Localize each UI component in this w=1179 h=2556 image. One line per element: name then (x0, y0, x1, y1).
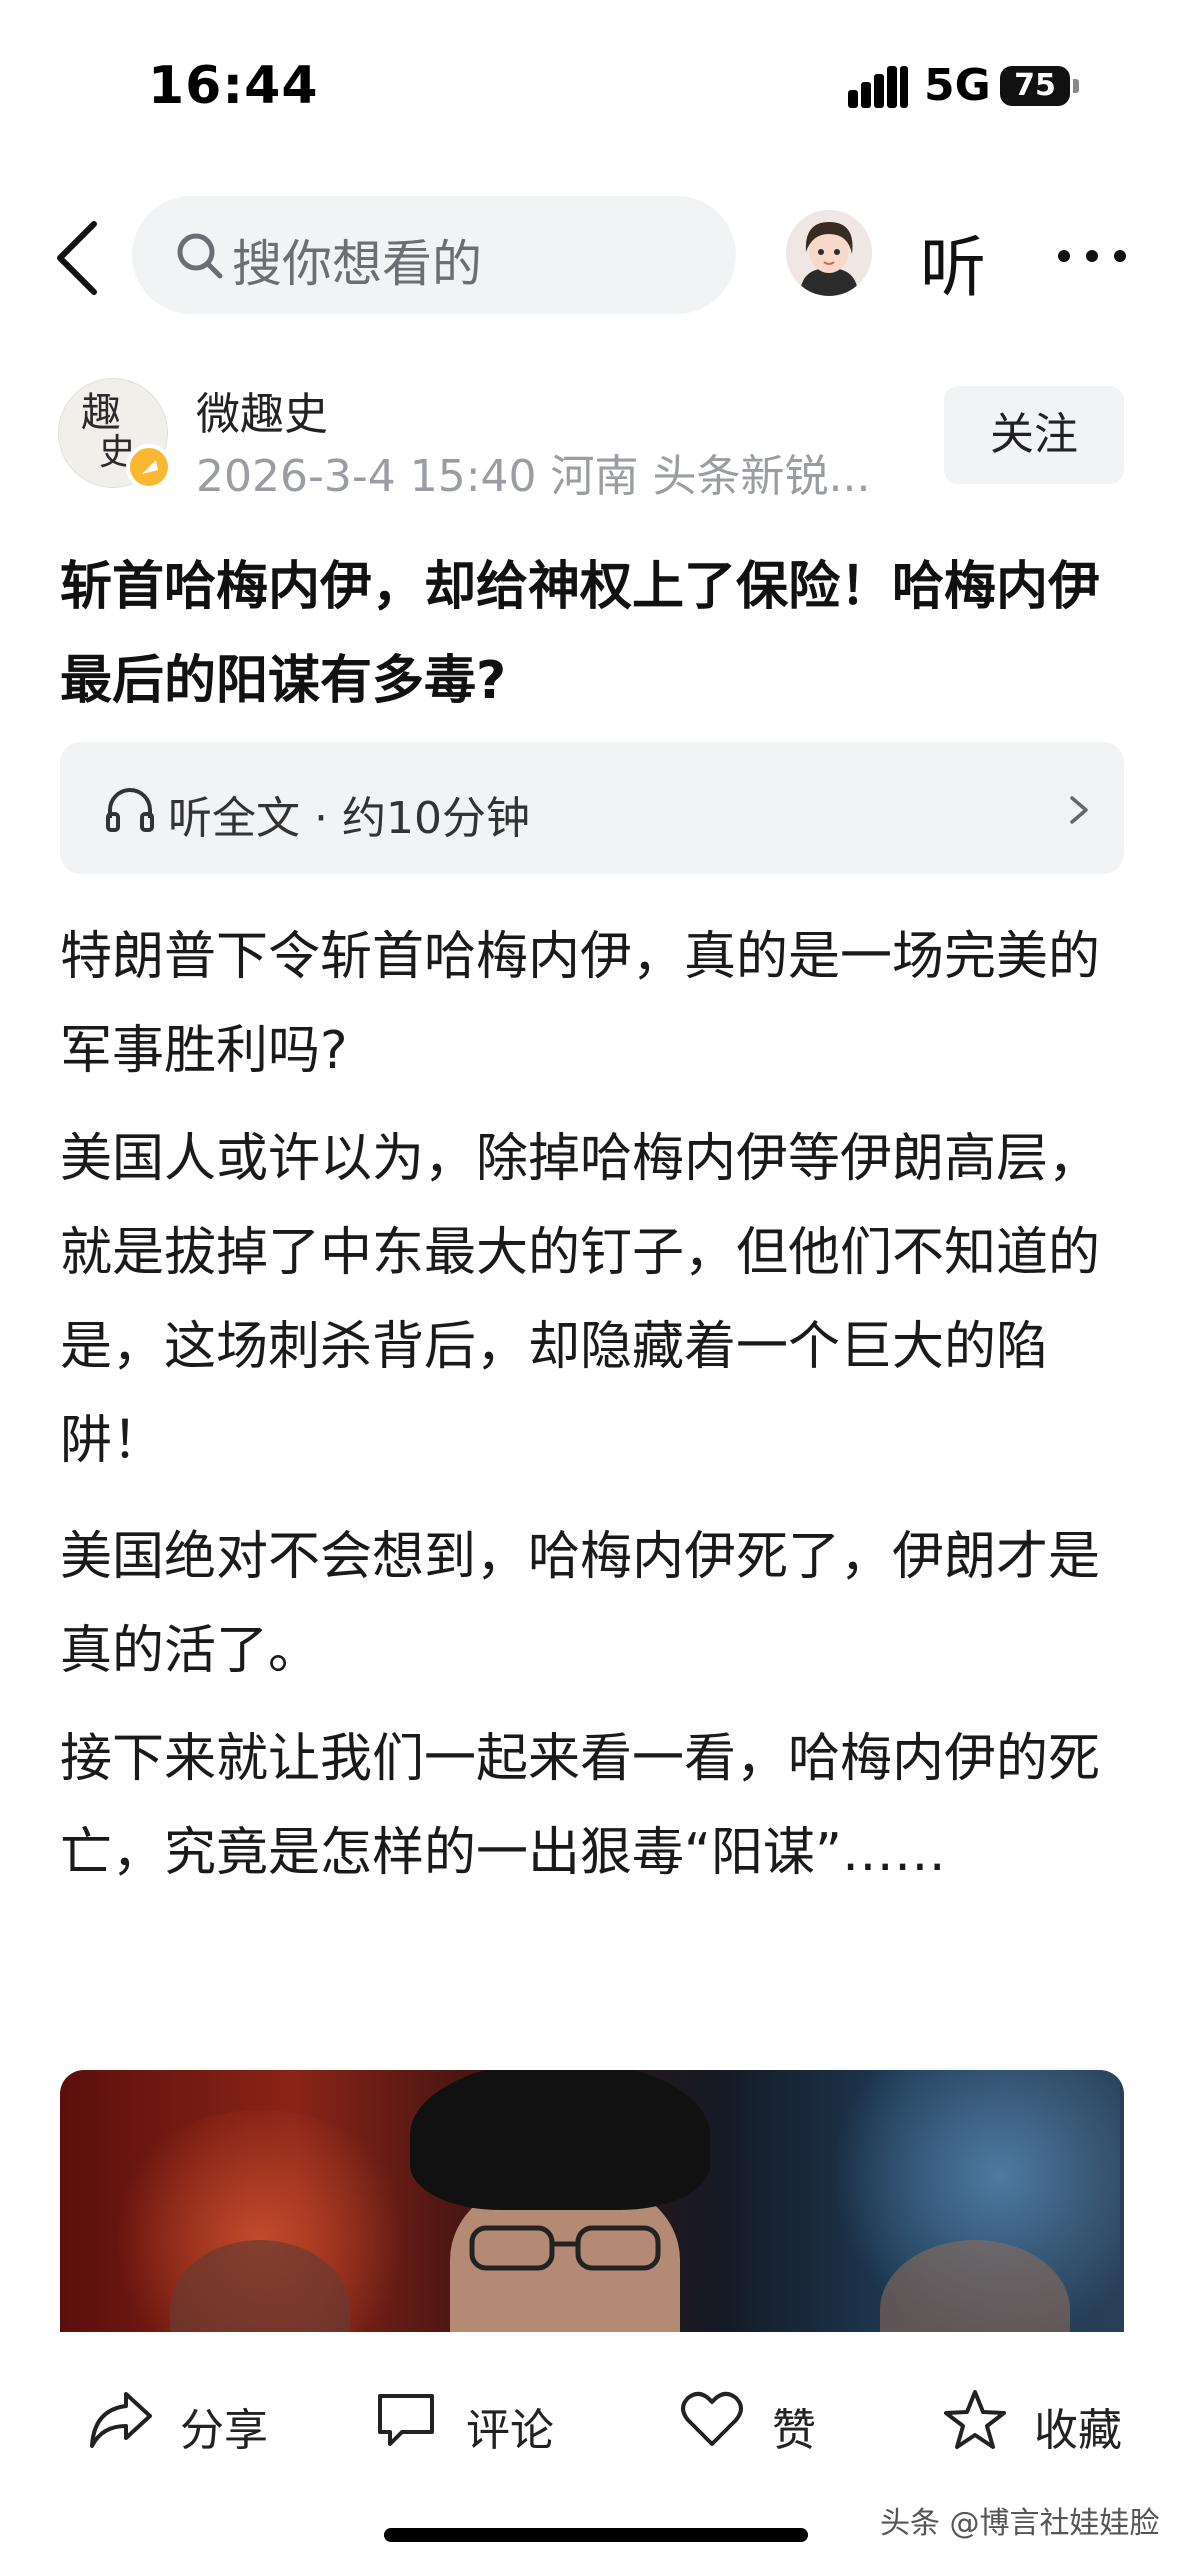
search-icon (177, 233, 223, 279)
favorite-label: 收藏 (1034, 2405, 1122, 2456)
verified-badge-icon (126, 444, 172, 490)
comment-icon (378, 2394, 434, 2446)
dot (1114, 250, 1126, 262)
listen-full-article-button[interactable]: 听全文 · 约10分钟 (60, 742, 1124, 874)
share-button[interactable]: 分享 (88, 2382, 288, 2462)
network-type: 5G (924, 60, 991, 111)
home-indicator[interactable] (384, 2528, 808, 2542)
watermark: 头条 @博言社娃娃脸 (880, 2506, 1160, 2541)
heart-icon (681, 2391, 743, 2446)
back-button[interactable] (50, 218, 110, 298)
user-avatar[interactable] (786, 210, 872, 296)
chevron-right-icon (1070, 796, 1088, 824)
favorite-button[interactable]: 收藏 (942, 2382, 1142, 2462)
dot (1058, 250, 1070, 262)
follow-button[interactable]: 关注 (944, 386, 1124, 484)
chevron-left-icon (57, 221, 97, 295)
star-icon (944, 2390, 1006, 2449)
search-input[interactable]: 搜你想看的 (132, 196, 736, 314)
battery-icon: 75 (1000, 66, 1070, 106)
like-button[interactable]: 赞 (680, 2382, 840, 2462)
more-options-button[interactable] (1052, 220, 1132, 290)
status-time: 16:44 (148, 56, 319, 116)
share-icon (90, 2392, 152, 2448)
like-label: 赞 (772, 2405, 816, 2456)
article-image[interactable] (60, 2070, 1124, 2332)
battery-cap (1073, 79, 1079, 93)
share-label: 分享 (180, 2405, 268, 2456)
article-title: 斩首哈梅内伊，却给神权上了保险！哈梅内伊最后的阳谋有多毒? (60, 557, 1101, 711)
status-bar: 16:44 5G 75 (0, 0, 1179, 160)
article-paragraph: 接下来就让我们一起来看一看，哈梅内伊的死亡，究竟是怎样的一出狠毒“阳谋”…… (60, 1729, 1101, 1883)
comment-button[interactable]: 评论 (374, 2382, 574, 2462)
author-name[interactable]: 微趣史 (196, 378, 328, 442)
listen-full-label: 听全文 · 约10分钟 (168, 793, 530, 844)
comment-label: 评论 (466, 2405, 554, 2456)
signal-icon (848, 66, 910, 108)
avatar-illustration-icon (786, 210, 872, 296)
article-paragraph: 美国绝对不会想到，哈梅内伊死了，伊朗才是真的活了。 (60, 1527, 1101, 1681)
search-placeholder: 搜你想看的 (232, 235, 482, 293)
author-meta: 2026-3-4 15:40 河南 头条新锐... (196, 451, 871, 502)
article-paragraph: 美国人或许以为，除掉哈梅内伊等伊朗高层，就是拔掉了中东最大的钉子，但他们不知道的… (60, 1129, 1101, 1471)
avatar-glyph: 趣 (81, 390, 121, 436)
article-paragraph: 特朗普下令斩首哈梅内伊，真的是一场完美的军事胜利吗? (60, 927, 1101, 1081)
listen-button[interactable]: 听 (920, 214, 986, 310)
headphones-icon (106, 788, 154, 832)
dot (1086, 250, 1098, 262)
